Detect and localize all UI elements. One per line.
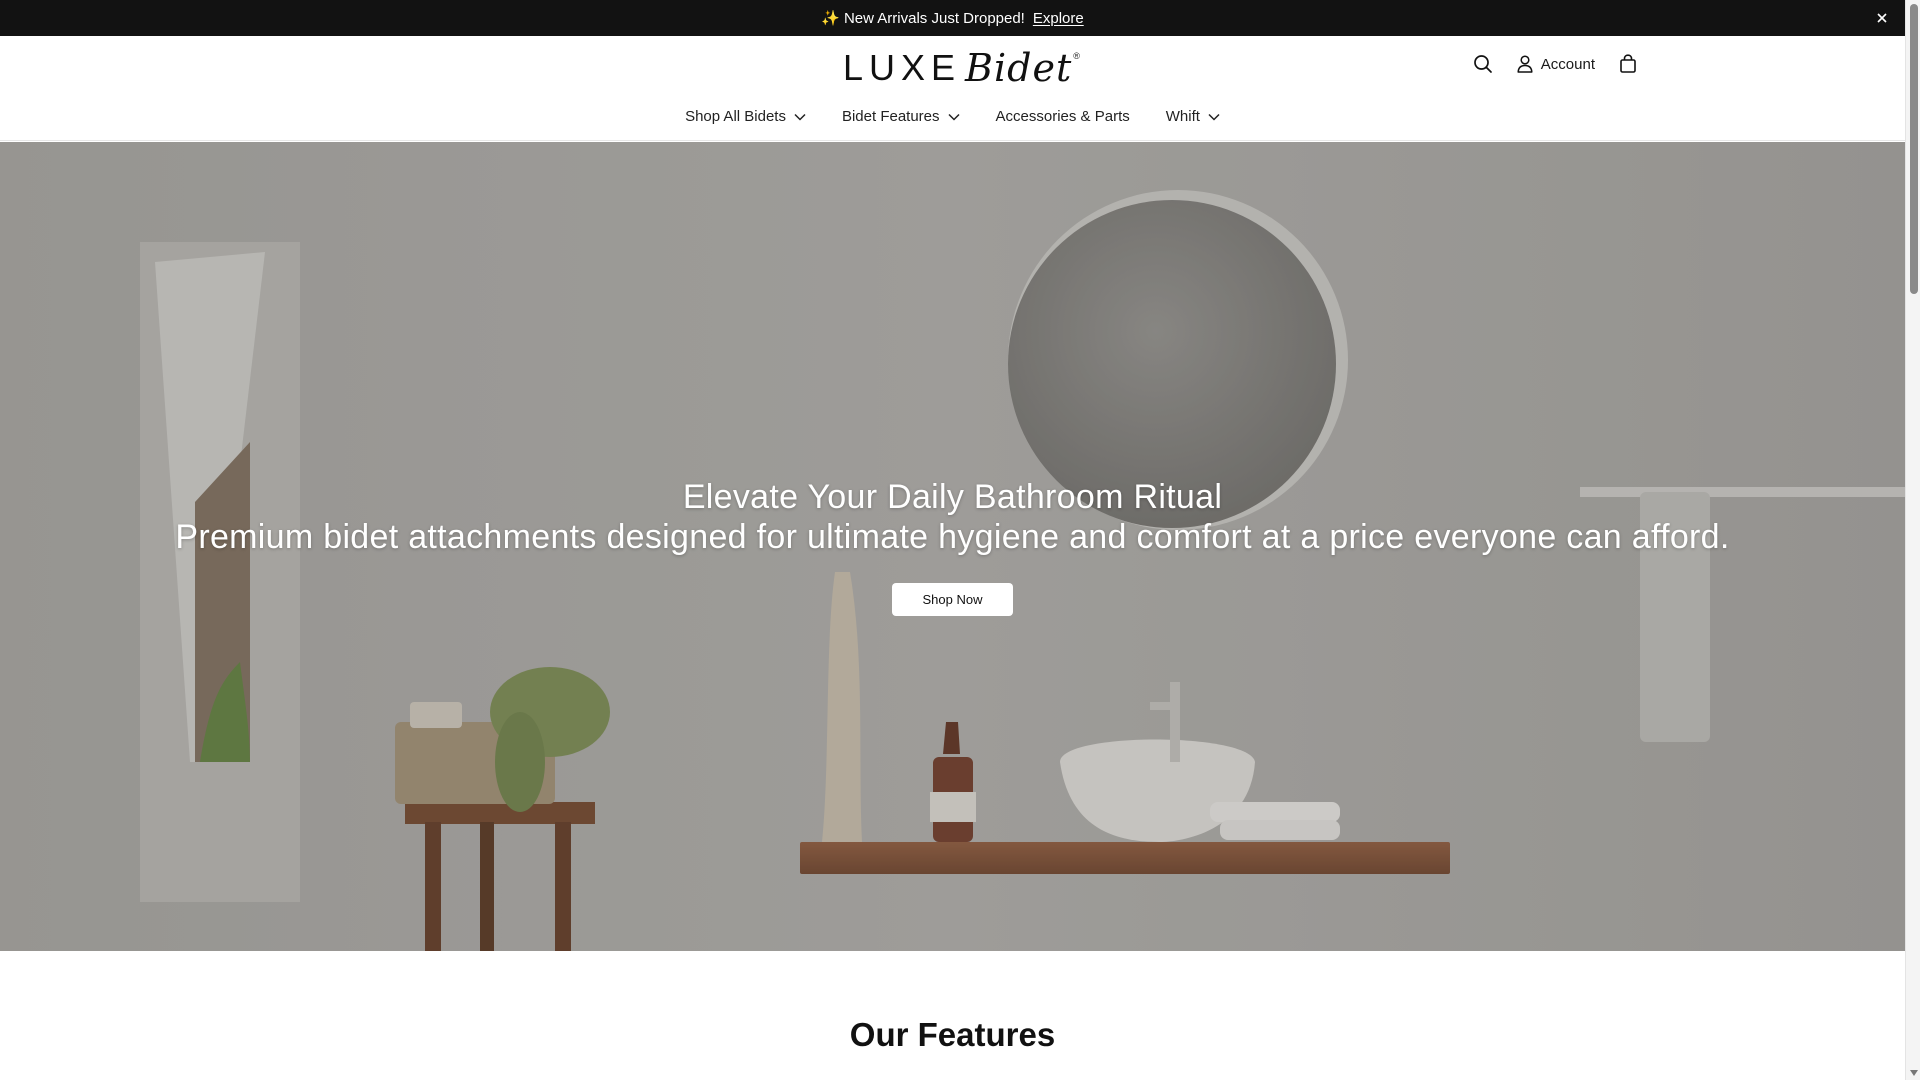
brand-logo[interactable]: LUXE Bidet ® (843, 46, 1080, 90)
hero-subtitle: Premium bidet attachments designed for u… (175, 518, 1730, 556)
site-header: LUXE Bidet ® Account Shop All Bidets Bid… (0, 36, 1905, 141)
close-icon[interactable] (1873, 9, 1891, 27)
nav-label: Whift (1165, 108, 1200, 125)
registered-mark: ® (1073, 51, 1080, 61)
explore-link[interactable]: Explore (1033, 10, 1084, 27)
sparkle-icon: ✨ (821, 10, 840, 27)
main-nav: Shop All Bidets Bidet Features Accessori… (0, 108, 1905, 125)
chevron-down-icon (948, 113, 960, 121)
announcement-text: New Arrivals Just Dropped! (843, 9, 1025, 27)
logo-word-luxe: LUXE (843, 47, 962, 88)
hero-banner: Elevate Your Daily Bathroom Ritual Premi… (0, 142, 1905, 951)
account-label: Account (1540, 55, 1595, 73)
hero-title: Elevate Your Daily Bathroom Ritual (682, 478, 1223, 516)
announcement-bar: ✨ New Arrivals Just Dropped! Explore (0, 0, 1905, 36)
user-icon (1517, 55, 1533, 73)
nav-whift[interactable]: Whift (1166, 108, 1220, 125)
nav-accessories-parts[interactable]: Accessories & Parts (996, 108, 1130, 125)
bag-icon (1620, 54, 1636, 73)
nav-label: Shop All Bidets (685, 108, 786, 125)
header-actions: Account (1473, 54, 1637, 74)
features-heading: Our Features (849, 1016, 1056, 1053)
cart-button[interactable] (1619, 54, 1637, 74)
search-button[interactable] (1473, 54, 1493, 74)
nav-label: Bidet Features (841, 108, 940, 125)
nav-bidet-features[interactable]: Bidet Features (842, 108, 960, 125)
shop-now-button[interactable]: Shop Now (892, 583, 1013, 616)
scroll-down-icon[interactable] (1909, 1068, 1919, 1078)
search-icon (1473, 55, 1492, 73)
nav-shop-all-bidets[interactable]: Shop All Bidets (685, 108, 806, 125)
nav-label: Accessories & Parts (995, 108, 1130, 125)
hero-content: Elevate Your Daily Bathroom Ritual Premi… (0, 477, 1905, 616)
chevron-down-icon (1208, 113, 1220, 121)
scrollbar-thumb[interactable] (1910, 4, 1918, 294)
account-button[interactable]: Account (1517, 55, 1595, 73)
logo-word-bidet: Bidet (965, 46, 1073, 90)
chevron-down-icon (794, 113, 806, 121)
page-scrollbar[interactable] (1905, 0, 1920, 1080)
